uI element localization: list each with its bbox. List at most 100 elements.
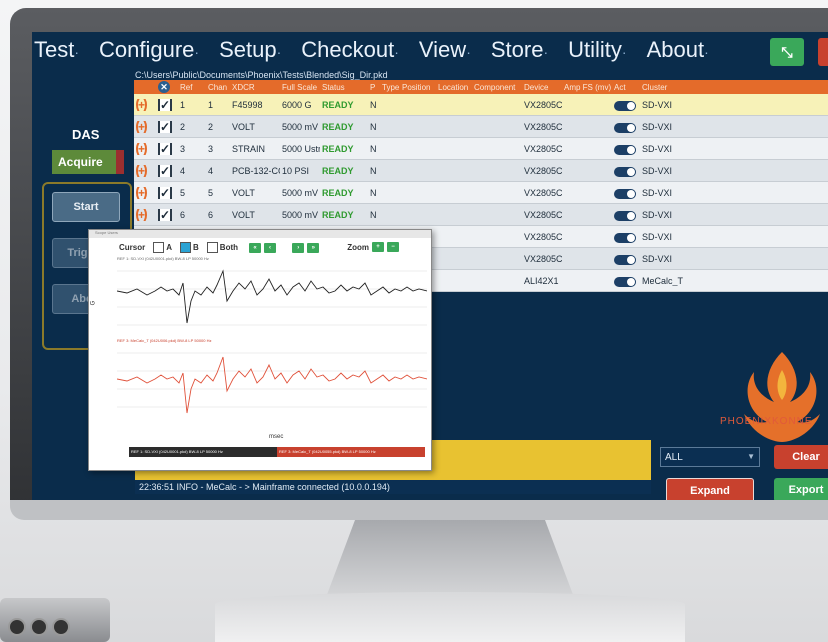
column-header[interactable]: Chan	[206, 83, 230, 92]
cell-status: READY	[322, 165, 354, 176]
active-toggle[interactable]: ACTIVE	[614, 145, 636, 155]
row-checkbox[interactable]: ✓	[158, 142, 173, 155]
table-header: ✕ Ref Chan XDCR Full Scale Status P Type Positio…	[134, 80, 828, 94]
column-header[interactable]: Full Scale	[280, 83, 320, 92]
column-header[interactable]: Act	[612, 83, 640, 92]
menu-utility[interactable]: Utility·	[568, 37, 626, 63]
expand-row-icon[interactable]: +	[136, 142, 148, 155]
column-header[interactable]: Component	[472, 83, 522, 92]
cell-ref: 4	[180, 165, 186, 176]
cell-xdcr: F45998	[232, 99, 263, 110]
menu-test[interactable]: Test·	[34, 37, 79, 63]
scope-window-title: Scope Users	[89, 230, 431, 238]
row-control: ✓	[156, 208, 178, 221]
scope-legend: REF 1: SD-VXI (042U0001.pkd) BW-8 LP 500…	[129, 447, 425, 457]
cursor-a-checkbox[interactable]	[153, 241, 165, 253]
zoom-in-button[interactable]: +	[372, 242, 385, 252]
table-row[interactable]: + ✓ 3 3 STRAIN 5000 UstrREADY N VX2805C ACTIVE SD…	[134, 138, 828, 160]
active-toggle[interactable]: ACTIVE	[614, 101, 636, 111]
cell-device: VX2805C	[524, 231, 562, 242]
table-row[interactable]: + ✓ 6 6 VOLT 5000 mVREADY N VX2805C ACTIVE SD-VXI	[134, 204, 828, 226]
column-header[interactable]: ✕	[156, 81, 178, 93]
menu-about[interactable]: About·	[647, 37, 709, 63]
cursor-b-checkbox[interactable]	[180, 241, 192, 253]
column-header[interactable]: Location	[436, 83, 472, 92]
column-header[interactable]: Amp FS (mv)	[562, 83, 612, 92]
row-checkbox[interactable]: ✓	[158, 208, 173, 221]
das-label: DAS	[72, 127, 100, 142]
cursor-both-checkbox[interactable]	[206, 241, 218, 253]
row-checkbox[interactable]: ✓	[158, 186, 173, 199]
act-cell: ACTIVE	[612, 164, 640, 177]
menu-checkout[interactable]: Checkout·	[301, 37, 399, 63]
table-row[interactable]: + ✓ 1 1 F45998 6000 G READY N VX2805C ACTIVE SD-VX…	[134, 94, 828, 116]
active-toggle[interactable]: ACTIVE	[614, 233, 636, 243]
menu-view[interactable]: View·	[419, 37, 471, 63]
cursor-next-button[interactable]: ›	[292, 242, 305, 253]
scope-window[interactable]: Scope Users Cursor A B Both «‹ ›» Zoom +…	[88, 229, 432, 471]
zoom-out-button[interactable]: −	[387, 242, 400, 252]
active-toggle[interactable]: ACTIVE	[614, 211, 636, 221]
cell-device: VX2805C	[524, 99, 562, 110]
active-toggle[interactable]: ACTIVE	[614, 123, 636, 133]
row-checkbox[interactable]: ✓	[158, 120, 173, 133]
menu-setup[interactable]: Setup·	[219, 37, 281, 63]
cursor-last-button[interactable]: »	[307, 242, 320, 253]
expand-row-icon[interactable]: +	[136, 120, 148, 133]
cell-chan: 5	[208, 187, 214, 198]
expand-row-icon[interactable]: +	[136, 98, 148, 111]
active-toggle[interactable]: ACTIVE	[614, 167, 636, 177]
chart-1-plot	[116, 269, 428, 326]
cursor-first-button[interactable]: «	[249, 242, 262, 253]
cursor-prev-button[interactable]: ‹	[264, 242, 277, 253]
active-toggle[interactable]: ACTIVE	[614, 255, 636, 265]
row-control: +	[134, 208, 156, 221]
cell-fs: 6000 G	[282, 99, 312, 110]
connector-port-icon	[8, 618, 26, 636]
start-button[interactable]: Start	[52, 192, 120, 222]
cell-p: N	[370, 165, 377, 176]
act-cell: ACTIVE	[612, 274, 640, 287]
monitor-stand-neck	[325, 520, 575, 600]
legend-item-1[interactable]: REF 1: SD-VXI (042U0001.pkd) BW-8 LP 500…	[129, 447, 277, 457]
column-header[interactable]: Cluster	[640, 83, 700, 92]
cell-p: N	[370, 209, 377, 220]
cell-ref: 1	[180, 99, 186, 110]
menu-configure[interactable]: Configure·	[99, 37, 199, 63]
column-header[interactable]: XDCR	[230, 83, 280, 92]
clear-selection-icon[interactable]: ✕	[158, 81, 170, 93]
table-row[interactable]: + ✓ 2 2 VOLT 5000 mVREADY N VX2805C ACTIVE SD-VXI	[134, 116, 828, 138]
clear-button[interactable]: Clear	[774, 445, 828, 469]
column-header[interactable]: Ref	[178, 83, 206, 92]
export-button[interactable]: Export	[774, 478, 828, 502]
expand-row-icon[interactable]: +	[136, 208, 148, 221]
cell-p: N	[370, 143, 377, 154]
collapse-button[interactable]: ⤡	[770, 38, 804, 66]
close-button[interactable]: ✕	[818, 38, 828, 66]
scope-chart-1: REF 1: SD-VXI (042U0001.pkd) BW-8 LP 500…	[116, 256, 428, 344]
row-checkbox[interactable]: ✓	[158, 164, 173, 177]
chart-2-plot	[116, 352, 428, 414]
row-control: +	[134, 142, 156, 155]
legend-item-2[interactable]: REF 3: MeCalc_T (042U0055.pkd) BW-8 LP 5…	[277, 447, 425, 457]
expand-row-icon[interactable]: +	[136, 186, 148, 199]
expand-row-icon[interactable]: +	[136, 164, 148, 177]
table-row[interactable]: + ✓ 4 4 PCB-132-CC10 PSI READY N VX2805C ACTIVE S…	[134, 160, 828, 182]
cell-device: VX2805C	[524, 209, 562, 220]
acquire-button[interactable]: Acquire	[52, 150, 124, 174]
column-header[interactable]: Position	[400, 83, 436, 92]
table-row[interactable]: + ✓ 5 5 VOLT 5000 mVREADY N VX2805C ACTIVE SD-VXI	[134, 182, 828, 204]
log-message: 22:36:51 INFO - MeCalc - > Mainframe con…	[135, 480, 651, 494]
active-toggle[interactable]: ACTIVE	[614, 277, 636, 287]
menu-store[interactable]: Store·	[491, 37, 548, 63]
column-header[interactable]: P	[368, 83, 380, 92]
filter-select[interactable]: ALL ▼	[660, 447, 760, 467]
active-toggle[interactable]: ACTIVE	[614, 189, 636, 199]
cell-device: ALI42X1	[524, 275, 559, 286]
cell-p: N	[370, 121, 377, 132]
row-checkbox[interactable]: ✓	[158, 98, 173, 111]
column-header[interactable]: Device	[522, 83, 562, 92]
acquire-status-indicator	[116, 150, 124, 174]
column-header[interactable]: Status	[320, 83, 368, 92]
column-header[interactable]: Type	[380, 83, 400, 92]
